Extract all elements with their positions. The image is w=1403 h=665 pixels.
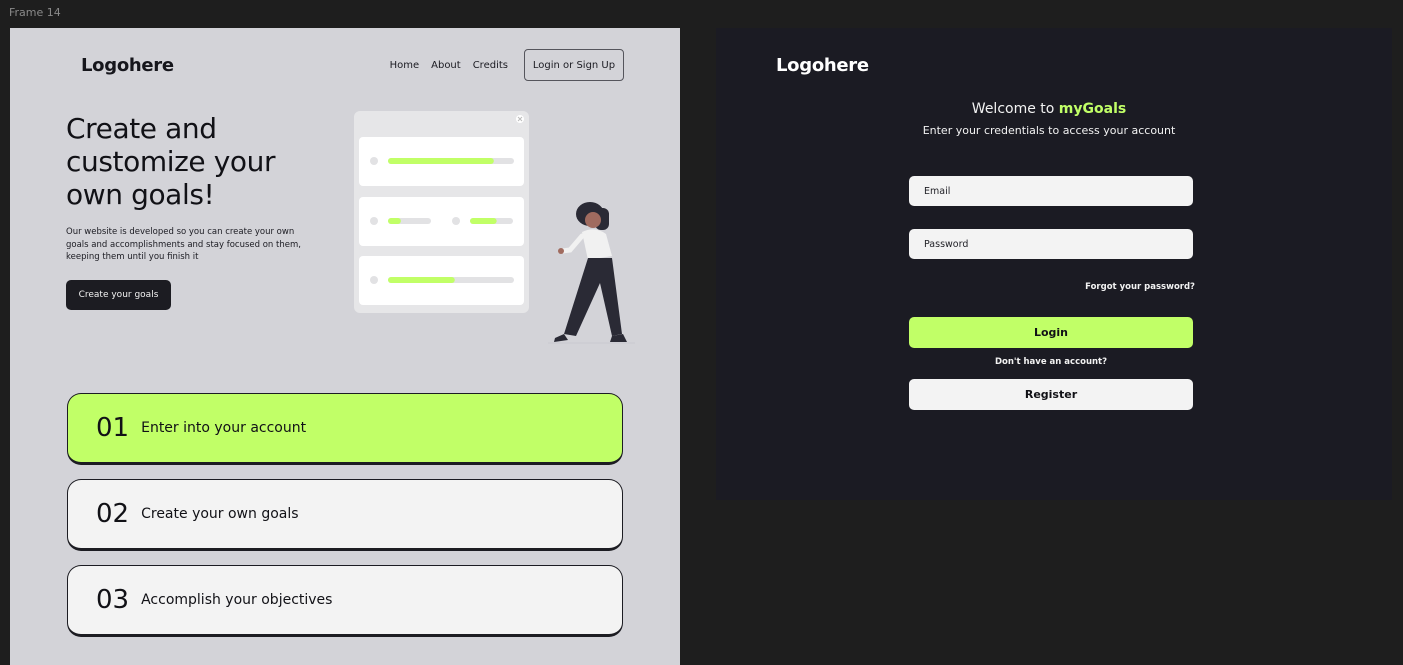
- step-number: 03: [96, 585, 130, 615]
- email-field[interactable]: [909, 176, 1193, 206]
- step-label: Enter into your account: [141, 420, 307, 436]
- progress-fill: [388, 218, 401, 224]
- nav-home-link[interactable]: Home: [390, 60, 420, 71]
- brand-name: myGoals: [1058, 101, 1127, 117]
- landing-frame: Logohere Home About Credits Login or Sig…: [10, 28, 680, 665]
- logo[interactable]: Logohere: [81, 55, 174, 76]
- woman-figure: [548, 202, 635, 344]
- nav-credits-link[interactable]: Credits: [473, 60, 508, 71]
- progress-dot: [452, 217, 460, 225]
- progress-fill: [388, 158, 494, 164]
- register-button[interactable]: Register: [909, 379, 1193, 410]
- hero-title-line: customize your: [66, 145, 276, 178]
- no-account-text: Don't have an account?: [994, 357, 1108, 367]
- login-frame: Logohere Welcome to myGoals Enter your c…: [716, 28, 1392, 500]
- step-label: Accomplish your objectives: [141, 592, 333, 608]
- welcome-heading: Welcome to myGoals: [716, 101, 1382, 117]
- password-field[interactable]: [909, 229, 1193, 259]
- nav-about-link[interactable]: About: [431, 60, 461, 71]
- create-goals-button[interactable]: Create your goals: [66, 280, 171, 310]
- hero-title-line: own goals!: [66, 178, 215, 211]
- top-nav: Home About Credits Login or Sign Up: [390, 49, 624, 81]
- step-card-03[interactable]: 03 Accomplish your objectives: [67, 565, 623, 637]
- progress-fill: [388, 277, 455, 283]
- progress-dot: [370, 157, 378, 165]
- step-card-02[interactable]: 02 Create your own goals: [67, 479, 623, 551]
- frame-label: Frame 14: [9, 6, 61, 19]
- progress-dot: [370, 217, 378, 225]
- forgot-password-link[interactable]: Forgot your password?: [1056, 282, 1195, 292]
- login-button[interactable]: Login: [909, 317, 1193, 348]
- goals-illustration: [354, 111, 635, 344]
- welcome-subtitle: Enter your credentials to access your ac…: [922, 124, 1176, 137]
- logo[interactable]: Logohere: [776, 55, 869, 76]
- step-number: 01: [96, 413, 130, 443]
- login-signup-button[interactable]: Login or Sign Up: [524, 49, 624, 81]
- hero-description: Our website is developed so you can crea…: [66, 227, 301, 263]
- step-number: 02: [96, 499, 130, 529]
- welcome-prefix: Welcome to: [971, 101, 1055, 117]
- step-label: Create your own goals: [141, 506, 299, 522]
- hero-title: Create and customize your own goals!: [66, 112, 306, 211]
- hero-title-line: Create and: [66, 112, 217, 145]
- progress-dot: [370, 276, 378, 284]
- step-card-01[interactable]: 01 Enter into your account: [67, 393, 623, 465]
- progress-fill: [470, 218, 497, 224]
